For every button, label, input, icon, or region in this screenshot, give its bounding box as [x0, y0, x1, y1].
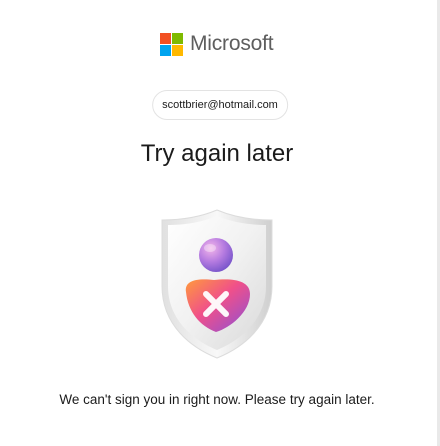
- logo-square-yellow: [172, 44, 183, 56]
- account-email: scottbrier@hotmail.com: [162, 99, 278, 111]
- shield-user-error-icon: [158, 208, 276, 360]
- error-message: We can't sign you in right now. Please t…: [59, 392, 375, 407]
- microsoft-logo-icon: [160, 32, 183, 56]
- logo-square-blue: [160, 44, 171, 56]
- logo-square-green: [172, 32, 183, 44]
- page-title: Try again later: [140, 140, 294, 167]
- microsoft-brand: Microsoft: [160, 32, 274, 56]
- brand-name: Microsoft: [190, 32, 274, 55]
- logo-square-red: [160, 32, 171, 44]
- identity-pill[interactable]: scottbrier@hotmail.com: [152, 90, 288, 120]
